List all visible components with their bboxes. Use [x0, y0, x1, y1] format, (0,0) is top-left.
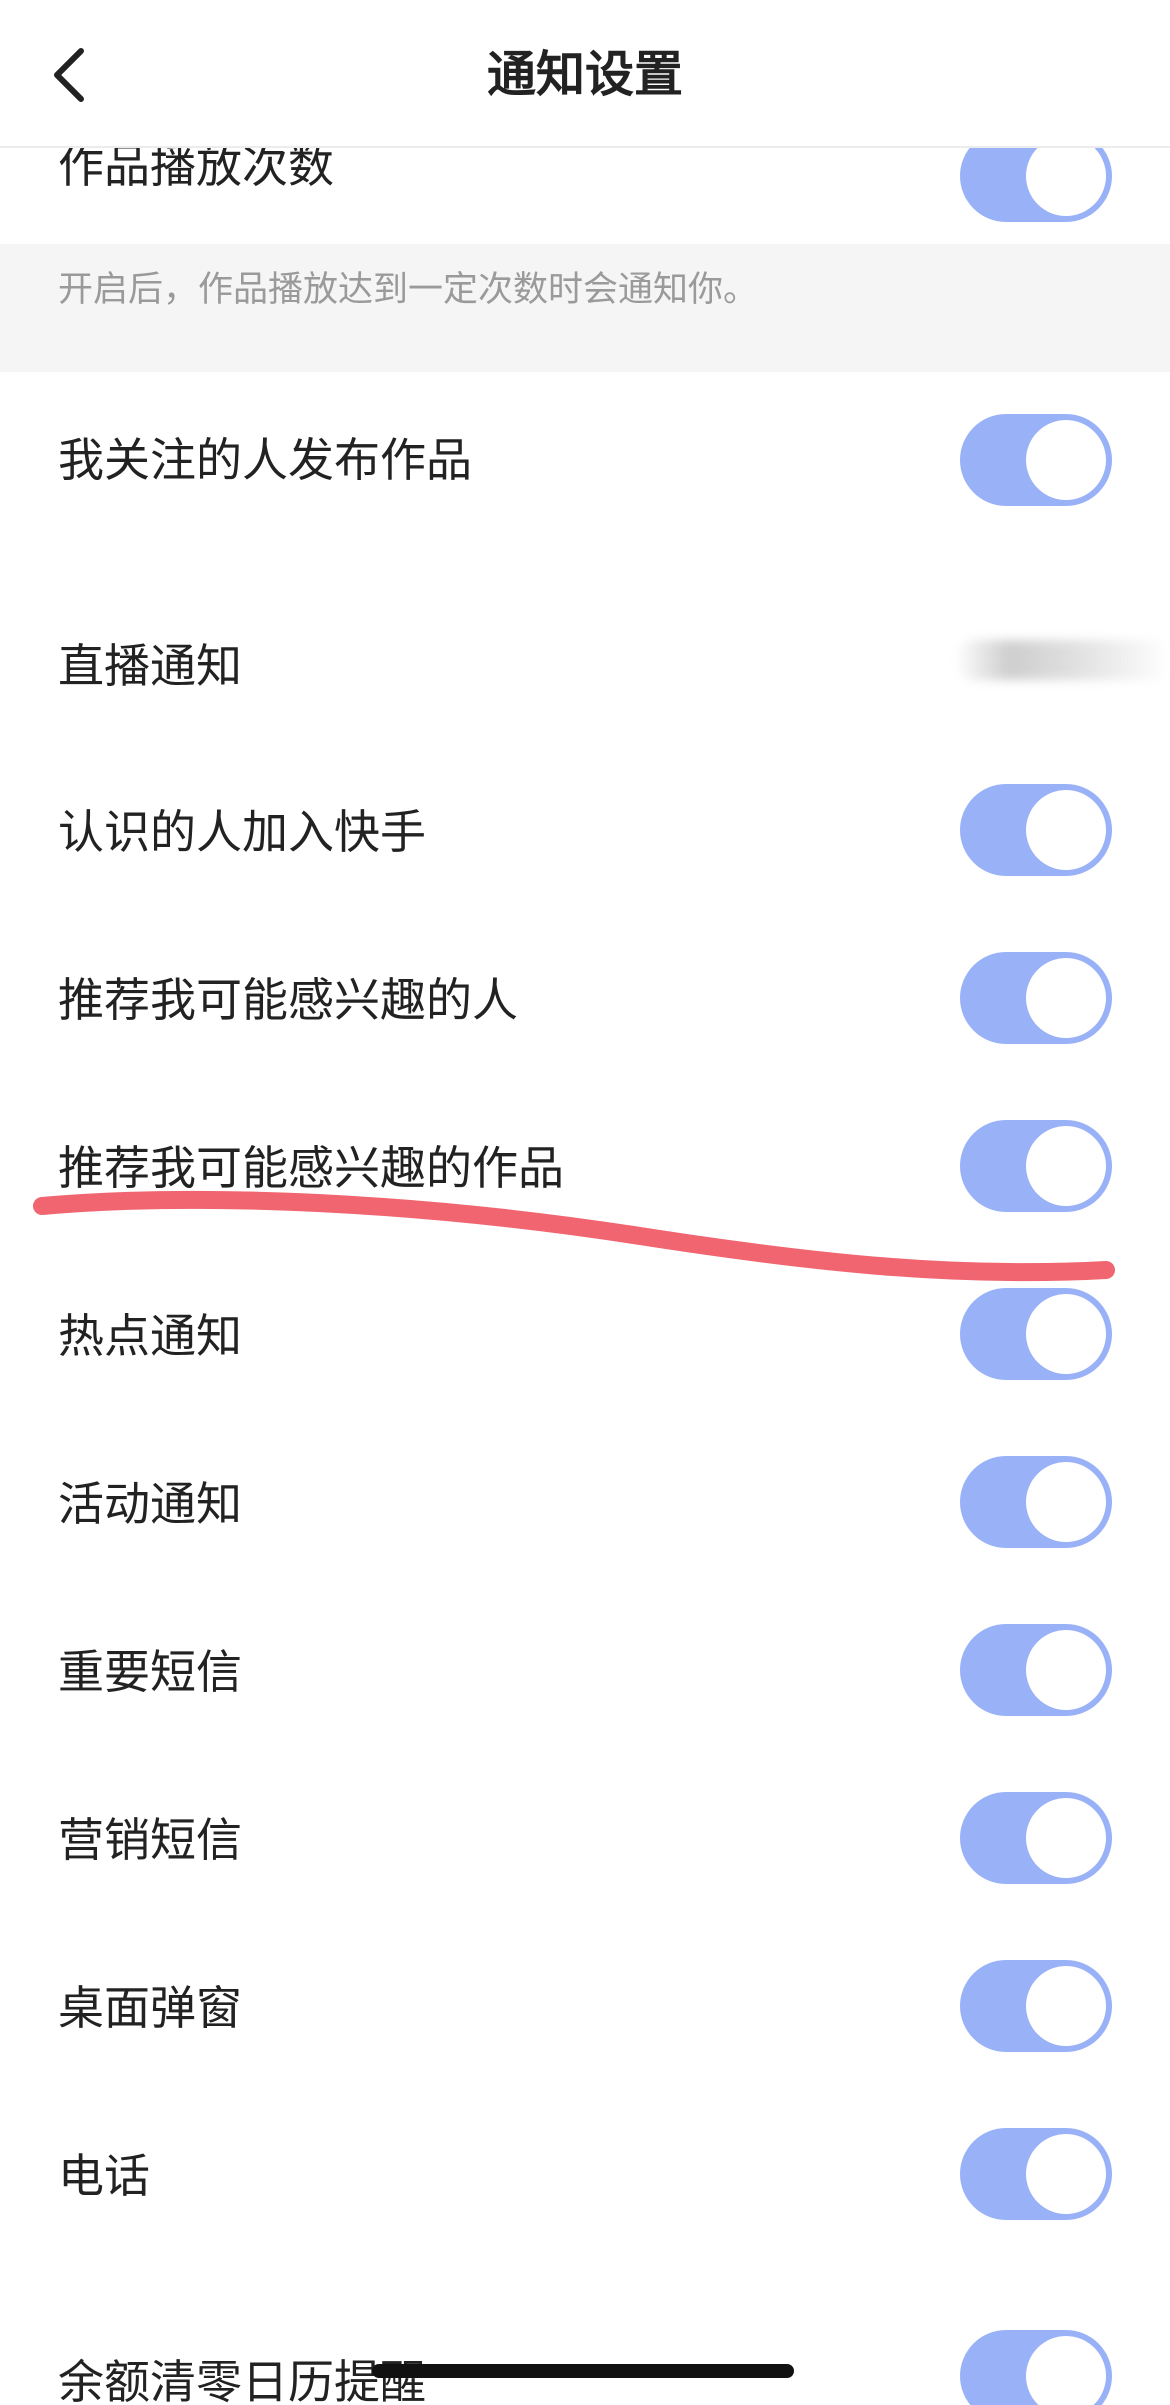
play-count-description: 开启后，作品播放达到一定次数时会通知你。 — [58, 270, 759, 310]
balance-reminder-toggle[interactable] — [960, 2330, 1112, 2405]
setting-row-desktop-popup: 桌面弹窗 — [0, 1958, 1170, 2058]
setting-row-followed-publish: 我关注的人发布作品 — [0, 410, 1170, 510]
setting-label: 推荐我可能感兴趣的人 — [58, 973, 518, 1027]
important-sms-toggle[interactable] — [960, 1624, 1112, 1716]
toggle-knob — [1026, 958, 1106, 1038]
toggle-knob — [1026, 1126, 1106, 1206]
friends-join-toggle[interactable] — [960, 784, 1112, 876]
hot-toggle[interactable] — [960, 1288, 1112, 1380]
setting-row-friends-join: 认识的人加入快手 — [0, 782, 1170, 882]
setting-label: 余额清零日历提醒 — [58, 2355, 426, 2405]
toggle-knob — [1026, 1966, 1106, 2046]
live-toggle-blurred[interactable] — [955, 640, 1170, 680]
setting-row-recommend-works: 推荐我可能感兴趣的作品 — [0, 1118, 1170, 1218]
toggle-knob — [1026, 1294, 1106, 1374]
desktop-popup-toggle[interactable] — [960, 1960, 1112, 2052]
page-title: 通知设置 — [486, 46, 683, 103]
setting-label: 活动通知 — [58, 1477, 242, 1531]
home-indicator[interactable] — [372, 2364, 794, 2378]
setting-label: 重要短信 — [58, 1645, 242, 1699]
setting-row-recommend-people: 推荐我可能感兴趣的人 — [0, 950, 1170, 1050]
setting-row-hot: 热点通知 — [0, 1286, 1170, 1386]
recommend-people-toggle[interactable] — [960, 952, 1112, 1044]
setting-row-marketing-sms: 营销短信 — [0, 1790, 1170, 1890]
toggle-knob — [1026, 1798, 1106, 1878]
toggle-knob — [1026, 2336, 1106, 2405]
toggle-knob — [1026, 2134, 1106, 2214]
activity-toggle[interactable] — [960, 1456, 1112, 1548]
phone-toggle[interactable] — [960, 2128, 1112, 2220]
toggle-knob — [1026, 1462, 1106, 1542]
setting-row-important-sms: 重要短信 — [0, 1622, 1170, 1722]
setting-label: 直播通知 — [58, 639, 242, 693]
setting-label: 热点通知 — [58, 1309, 242, 1363]
setting-label: 桌面弹窗 — [58, 1981, 242, 2035]
setting-label: 认识的人加入快手 — [58, 805, 426, 859]
setting-label: 推荐我可能感兴趣的作品 — [58, 1141, 564, 1195]
setting-label: 我关注的人发布作品 — [58, 433, 472, 487]
toggle-knob — [1026, 420, 1106, 500]
play-count-description-section: 开启后，作品播放达到一定次数时会通知你。 — [0, 244, 1170, 372]
toggle-knob — [1026, 1630, 1106, 1710]
setting-row-phone: 电话 — [0, 2126, 1170, 2226]
recommend-works-toggle[interactable] — [960, 1120, 1112, 1212]
toggle-knob — [1026, 136, 1106, 216]
marketing-sms-toggle[interactable] — [960, 1792, 1112, 1884]
setting-label: 营销短信 — [58, 1813, 242, 1867]
toggle-knob — [1026, 790, 1106, 870]
followed-publish-toggle[interactable] — [960, 414, 1112, 506]
setting-row-activity: 活动通知 — [0, 1454, 1170, 1554]
setting-label: 电话 — [58, 2149, 150, 2203]
nav-header: 通知设置 — [0, 0, 1170, 148]
